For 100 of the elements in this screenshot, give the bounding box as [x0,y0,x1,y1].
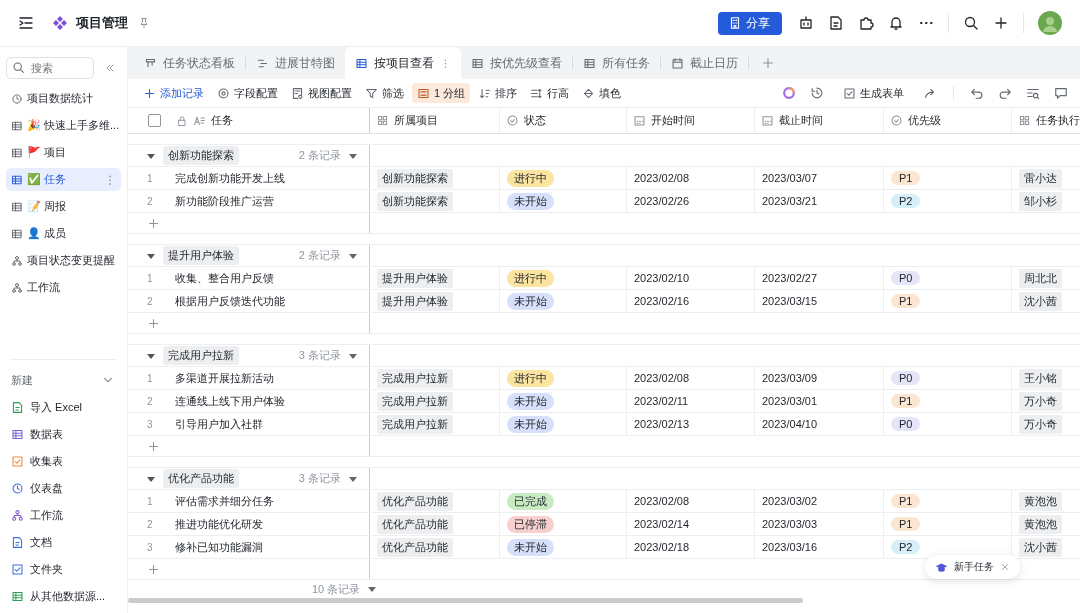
sidebar-item[interactable]: 👤 成员 [6,222,121,245]
sidebar-item[interactable]: 工作流 [6,276,121,299]
toolbar-button[interactable]: 添加记录 [138,83,209,103]
sidebar-item[interactable]: 🚩 项目 [6,141,121,164]
redo-icon[interactable] [998,86,1012,100]
sidebar-item[interactable]: 项目状态变更提醒 [6,249,121,272]
create-item[interactable]: 仪表盘 [6,478,121,499]
sidebar-item-label: 📝 周报 [27,199,68,214]
sidebar-toggle-icon[interactable] [18,15,34,31]
assignee-tag: 万小奇 [1019,391,1062,411]
column-header[interactable]: 截止时间 [755,108,884,133]
view-tab[interactable]: 截止日历 [661,47,748,79]
row-number: 2 [147,195,154,207]
caret-icon[interactable] [368,585,377,593]
total-record-count: 10 条记录 [312,581,361,597]
clock-icon [11,482,24,495]
table-cell: 收集、整合用户反馈 [175,270,274,286]
create-item[interactable]: 文件夹 [6,559,121,580]
tab-label: 截止日历 [690,54,738,72]
guide-chip[interactable]: 新手任务 [925,555,1020,579]
sidebar-item[interactable]: 项目数据统计 [6,87,121,110]
add-icon[interactable] [993,15,1009,31]
history-icon[interactable] [810,86,824,100]
findlist-icon[interactable] [1026,86,1040,100]
scrollbar-thumb[interactable] [128,598,803,603]
status-tag: 进行中 [507,169,554,187]
view-tab[interactable]: 所有任务 [573,47,660,79]
collapse-caret-icon[interactable] [147,351,155,360]
search-field[interactable]: 搜索 [6,57,94,79]
view-tab[interactable]: 按优先级查看 [461,47,572,79]
sidebar-item[interactable]: 📝 周报 [6,195,121,218]
undo-icon[interactable] [970,86,984,100]
view-tab[interactable]: 任务状态看板 [134,47,245,79]
create-item[interactable]: 导入 Excel [6,397,121,418]
calendar-icon [633,114,646,127]
column-header[interactable]: 开始时间 [627,108,755,133]
checklist-icon [843,86,856,100]
document-icon[interactable] [828,15,844,31]
toolbar-button[interactable]: 行高 [525,83,575,103]
collapse-caret-icon[interactable] [147,251,155,260]
tab-label: 任务状态看板 [163,54,235,72]
sidebar-item-label: 项目数据统计 [27,91,94,106]
share-button[interactable]: 分享 [718,11,782,35]
create-item[interactable]: 数据表 [6,424,121,445]
view-tab[interactable]: 进展甘特图 [246,47,345,79]
notification-icon[interactable] [888,15,904,31]
create-item[interactable]: 收集表 [6,451,121,472]
table-cell: 2023/02/14 [634,518,690,530]
plus-icon [143,86,156,100]
shareout-icon[interactable] [923,86,937,100]
puzzle-icon[interactable] [858,15,874,31]
column-header[interactable]: 所属项目 [370,108,500,133]
column-header[interactable]: 任务 [128,108,370,133]
create-item-label: 文档 [30,535,52,550]
create-item[interactable]: 从其他数据源... [6,586,121,607]
table-cell: 引导用户加入社群 [175,416,263,432]
add-record-icon[interactable] [147,216,160,230]
search-icon[interactable] [963,15,979,31]
caret-icon[interactable] [349,474,357,483]
add-record-icon[interactable] [147,439,160,453]
caret-icon[interactable] [349,351,357,360]
project-tag: 优化产品功能 [377,491,453,511]
create-item[interactable]: 文档 [6,532,121,553]
table-cell: 2023/02/11 [634,395,689,407]
toolbar-button[interactable]: 排序 [473,83,523,103]
add-record-icon[interactable] [147,316,160,330]
pin-icon[interactable] [138,17,150,29]
collapse-sidebar-icon[interactable] [104,62,116,74]
caret-icon[interactable] [349,151,357,160]
caret-icon[interactable] [349,251,357,260]
toolbar-button[interactable]: 筛选 [360,83,409,103]
sidebar-item[interactable]: 🎉 快速上手多维... [6,114,121,137]
toolbar-button[interactable]: 生成表单 [838,83,909,103]
toolbar-button[interactable]: 字段配置 [212,83,283,103]
toolbar-button[interactable]: 视图配置 [286,83,357,103]
robot-icon[interactable] [798,15,814,31]
toolbar-button[interactable]: 1 分组 [412,83,471,103]
table-cell: 评估需求并细分任务 [175,493,274,509]
toolbar-button[interactable]: 填色 [577,83,627,103]
row-number: 1 [147,272,154,284]
table-cell: 2023/03/02 [762,495,818,507]
create-item[interactable]: 工作流 [6,505,121,526]
collapse-caret-icon[interactable] [147,151,155,160]
sidebar-item[interactable]: ✅ 任务 [6,168,121,191]
column-header[interactable]: 优先级 [884,108,1012,133]
column-label: 所属项目 [394,113,438,128]
add-record-icon[interactable] [147,562,160,576]
column-header[interactable]: 任务执行 [1012,108,1080,133]
avatar[interactable] [1038,11,1062,35]
comment-icon[interactable] [1054,86,1068,100]
ai-icon[interactable] [782,86,796,100]
column-header[interactable]: 状态 [500,108,627,133]
view-tab[interactable]: 按项目查看 [345,47,461,79]
table-icon [11,428,24,441]
section-label: 新建 [11,372,33,388]
fill-color-icon [582,86,596,100]
row-number: 2 [147,395,154,407]
checkbox[interactable] [148,114,161,127]
collapse-caret-icon[interactable] [147,474,155,483]
building-icon [728,16,742,30]
